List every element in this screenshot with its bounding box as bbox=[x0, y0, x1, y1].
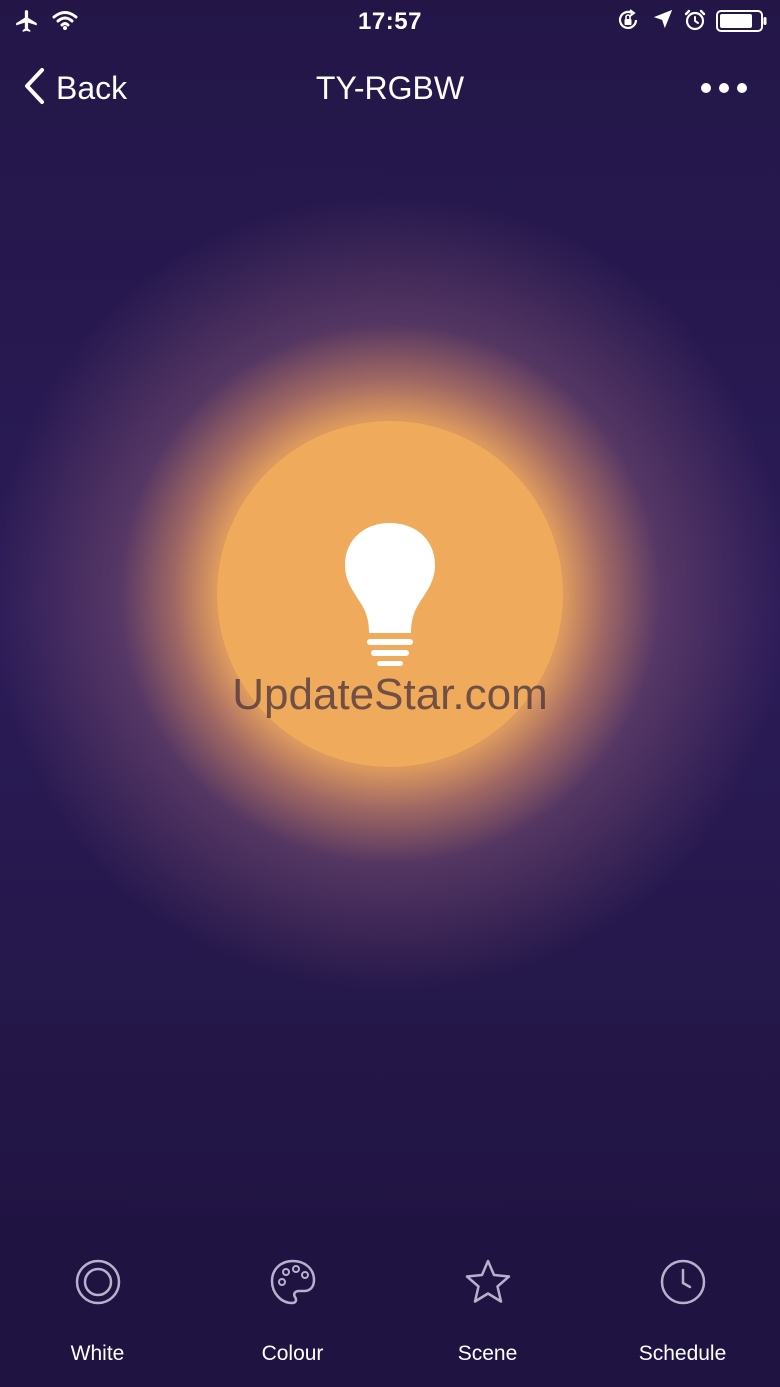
status-bar: 17:57 bbox=[0, 0, 780, 44]
battery-icon bbox=[716, 10, 768, 37]
light-power-toggle[interactable] bbox=[217, 421, 563, 767]
alarm-icon bbox=[683, 8, 707, 37]
tab-white[interactable]: White bbox=[0, 1218, 195, 1387]
tab-colour[interactable]: Colour bbox=[195, 1218, 390, 1387]
tab-label: Colour bbox=[261, 1342, 324, 1365]
rotation-lock-icon bbox=[616, 8, 640, 37]
lightbulb-icon bbox=[343, 521, 437, 672]
tab-label: Schedule bbox=[638, 1342, 727, 1365]
tab-scene[interactable]: Scene bbox=[390, 1218, 585, 1387]
tab-bar: White Colour Scene Schedule bbox=[0, 1218, 780, 1387]
white-ring-icon bbox=[74, 1258, 122, 1306]
page-title: TY-RGBW bbox=[315, 70, 465, 106]
navigation-bar: Back TY-RGBW bbox=[0, 56, 780, 120]
tab-schedule[interactable]: Schedule bbox=[585, 1218, 780, 1387]
tab-label: Scene bbox=[457, 1342, 518, 1365]
clock-icon bbox=[659, 1258, 707, 1306]
location-icon bbox=[652, 8, 674, 35]
more-options-button[interactable] bbox=[698, 74, 750, 102]
palette-icon bbox=[269, 1258, 317, 1306]
star-icon bbox=[464, 1258, 512, 1306]
tab-label: White bbox=[70, 1342, 125, 1365]
more-dots-icon bbox=[698, 83, 750, 106]
light-control-screen: 17:57 Back TY-RGBW UpdateStar.com White … bbox=[0, 0, 780, 1387]
